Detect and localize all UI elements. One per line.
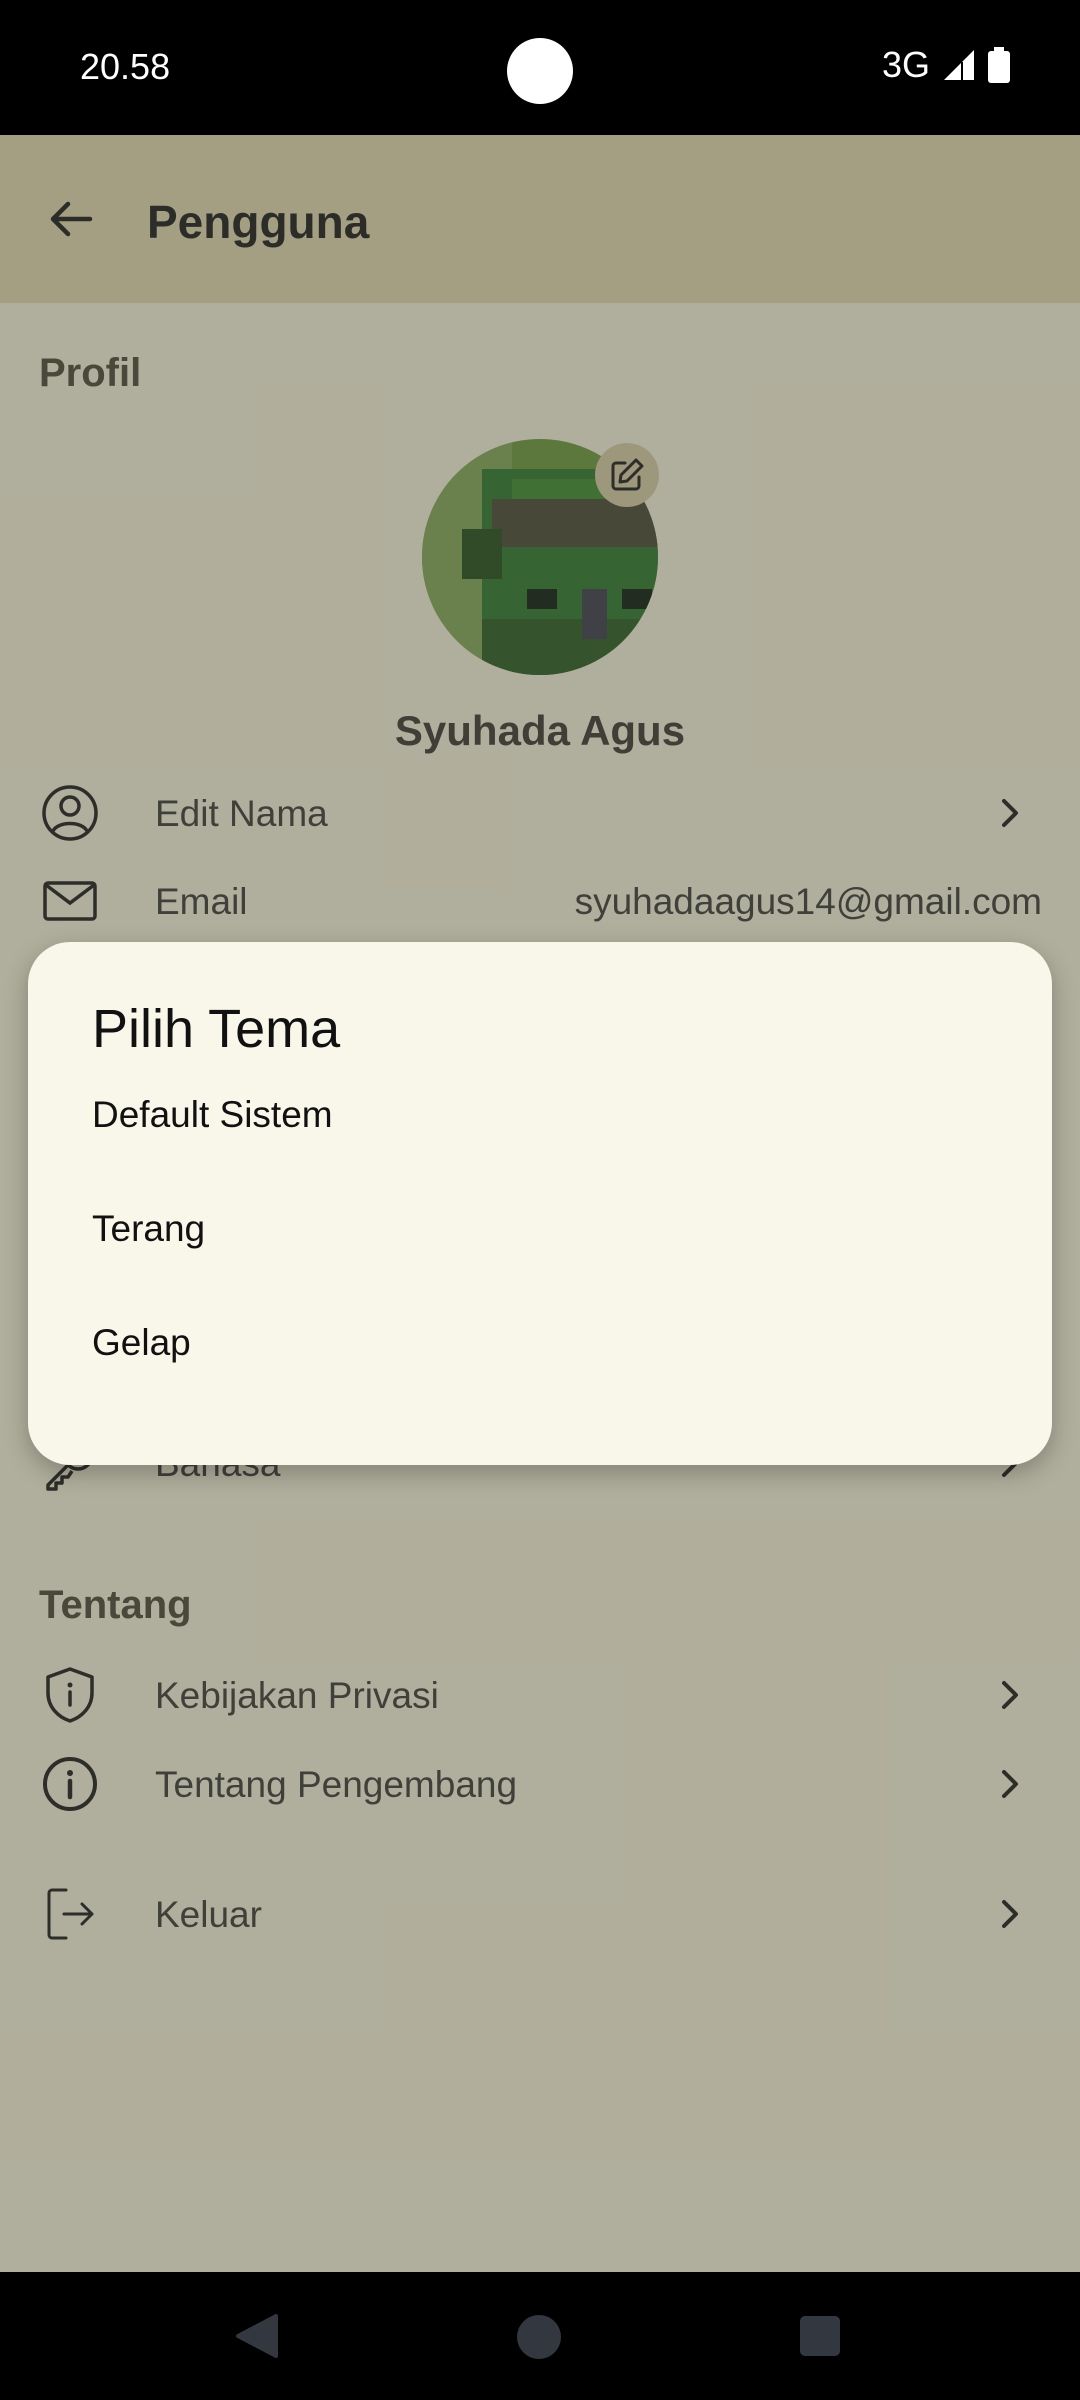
theme-option-label: Default Sistem [92,1094,333,1135]
system-navigation-bar [0,2272,1080,2400]
battery-icon [988,47,1010,83]
status-indicators: 3G [882,44,1010,86]
front-camera [507,38,573,104]
network-type: 3G [881,44,930,85]
nav-recents-icon[interactable] [800,2316,840,2356]
theme-option-dark[interactable]: Gelap [28,1286,1052,1396]
signal-icon [944,50,974,80]
theme-option-light[interactable]: Terang [28,1172,1052,1282]
nav-back-icon[interactable] [234,2312,280,2360]
theme-option-label: Terang [92,1208,206,1249]
dialog-title: Pilih Tema [92,999,341,1059]
phone-screen: 20.58 3G Pengguna Profil Syuhada Agus Ed… [0,0,1080,2400]
theme-dialog: Pilih Tema Default Sistem Terang Gelap [28,942,1052,1465]
status-bar: 20.58 3G [0,0,1080,135]
theme-option-system-default[interactable]: Default Sistem [28,1058,1052,1168]
nav-home-icon[interactable] [517,2315,561,2359]
status-time: 20.58 [80,46,171,87]
theme-option-label: Gelap [92,1322,191,1363]
